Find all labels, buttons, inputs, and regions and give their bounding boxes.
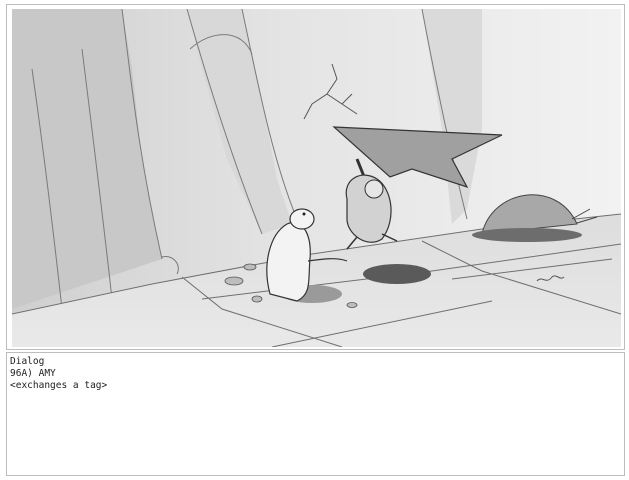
storyboard-panel-image — [12, 9, 621, 347]
dialog-line-speaker: 96A) AMY — [10, 368, 56, 379]
dialog-heading: Dialog — [10, 356, 45, 367]
dialog-box: Dialog 96A) AMY <exchanges a tag> — [6, 352, 625, 476]
dialog-line-action: <exchanges a tag> — [10, 380, 108, 391]
character-shadow — [363, 264, 431, 284]
storyboard-panel-frame — [6, 4, 625, 350]
